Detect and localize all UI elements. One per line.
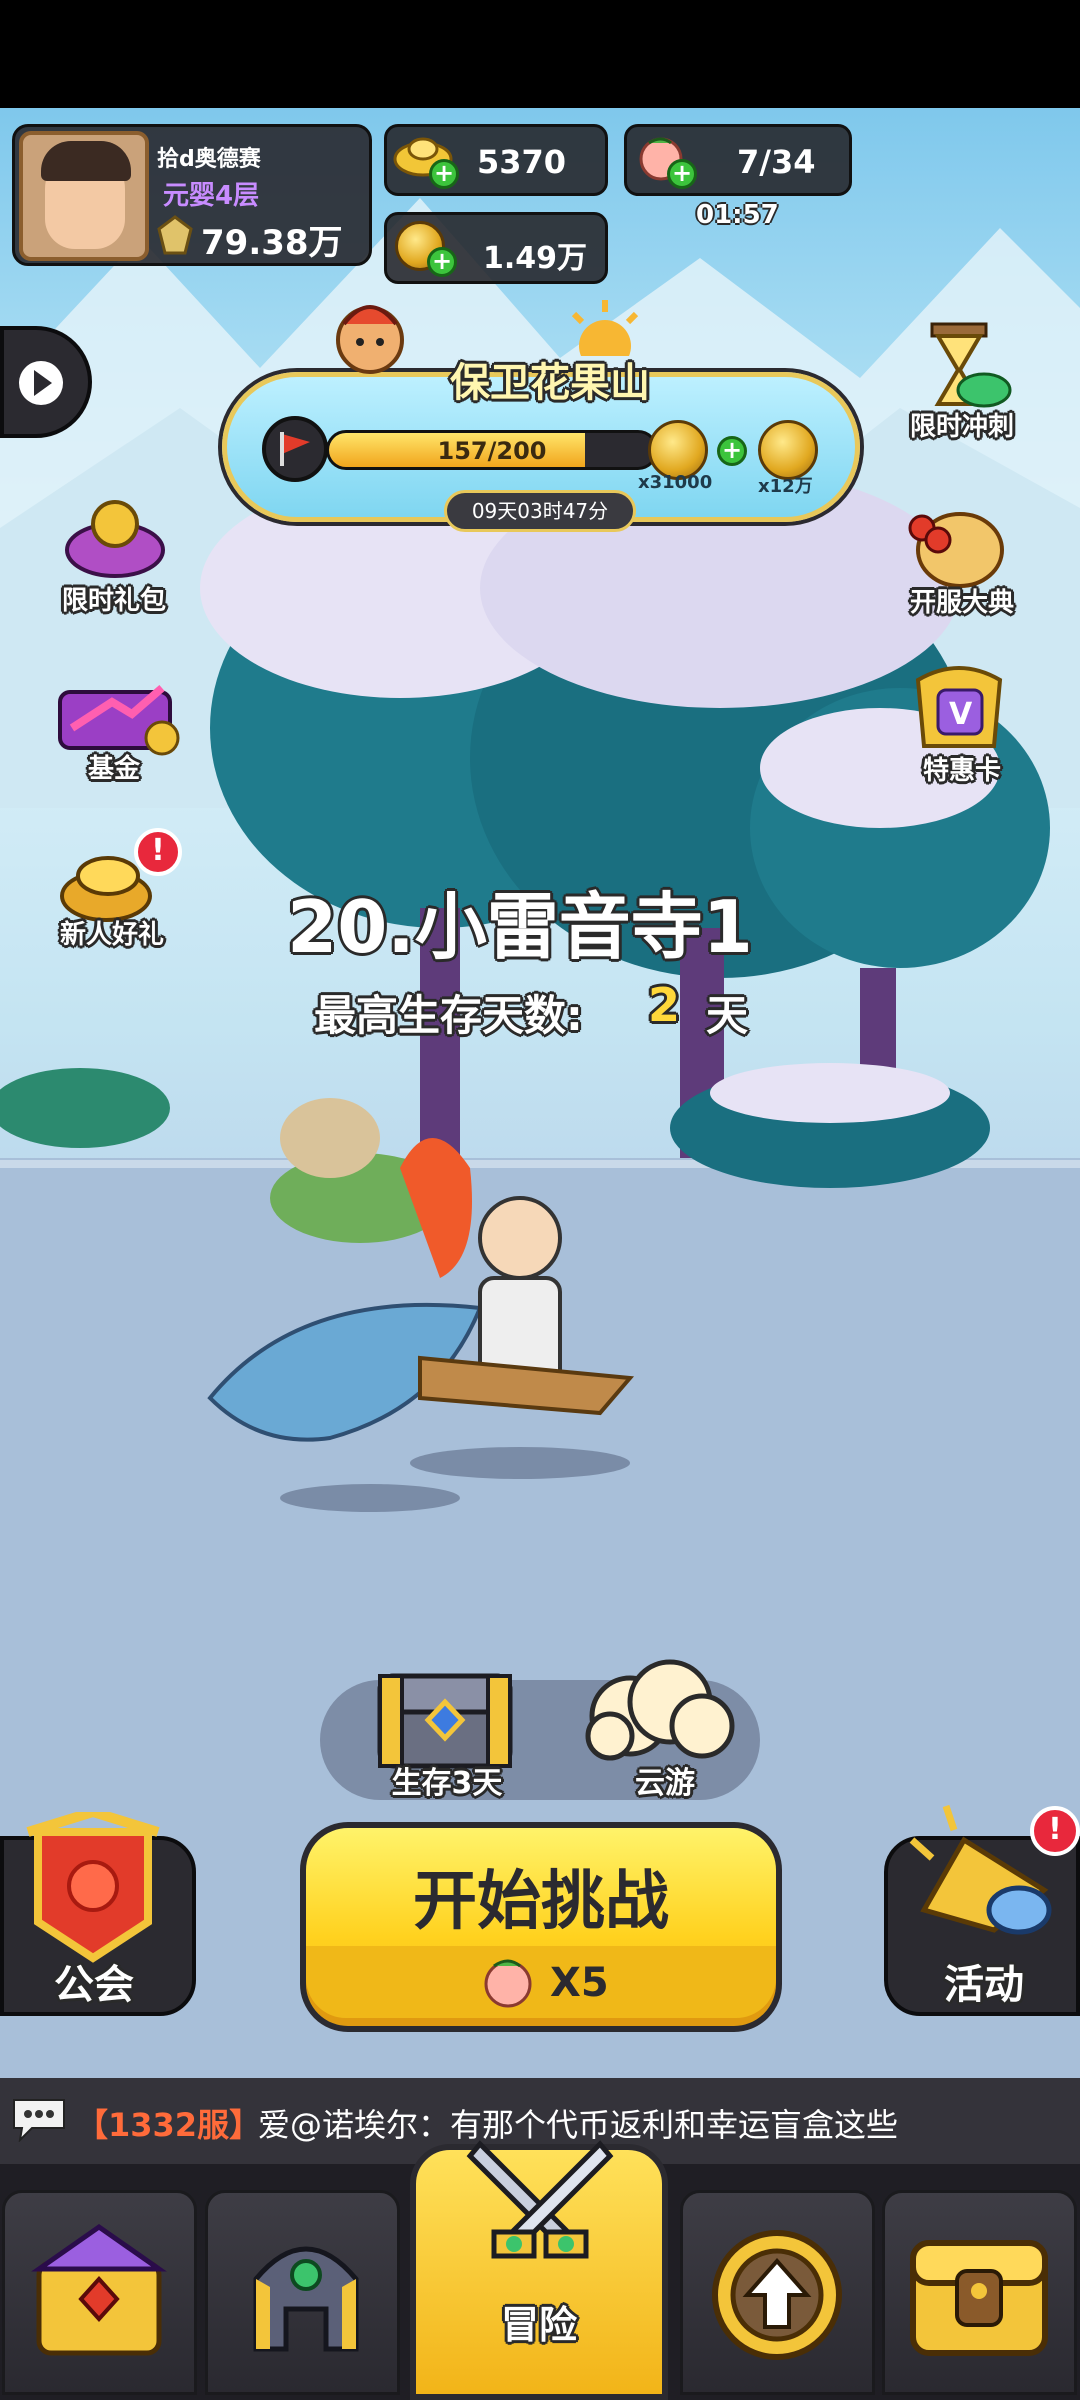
power-value: 79.38万	[201, 223, 343, 263]
stamina-value: 7/34	[737, 143, 816, 181]
survival-label: 最高生存天数:	[314, 991, 583, 1040]
stage-title: 20.小雷音寺1	[287, 885, 753, 969]
server-celebration-button[interactable]	[900, 500, 1010, 594]
add-stamina-icon[interactable]: +	[667, 159, 697, 189]
coin-value: 1.49万	[483, 241, 588, 276]
survival-days: 2	[648, 978, 681, 1032]
cloud-travel-button[interactable]	[570, 1656, 740, 1766]
special-card-button[interactable]: V	[904, 660, 1014, 754]
activity-alert-icon: !	[1030, 1806, 1080, 1856]
event-progress-text: 157/200	[437, 437, 547, 465]
special-card-label: 特惠卡	[922, 756, 1001, 786]
start-challenge-label: 开始挑战	[413, 1865, 669, 1939]
limited-sprint-button[interactable]	[904, 320, 1014, 414]
survival-unit: 天	[706, 991, 749, 1040]
play-icon	[19, 361, 63, 405]
reward-amount-1: x31000	[638, 472, 713, 493]
activity-label: 活动	[944, 1962, 1024, 2008]
nav-upgrade[interactable]	[680, 2190, 875, 2395]
limited-gift-button[interactable]	[60, 490, 170, 584]
guild-banner-icon	[26, 1812, 160, 1963]
add-gold-icon[interactable]: +	[429, 159, 459, 189]
player-realm: 元婴4层	[163, 181, 260, 211]
activity-button[interactable]: 活动	[884, 1804, 1080, 2016]
chat-server: 【1332服】	[76, 2106, 262, 2144]
sun-icon	[560, 296, 650, 372]
survival-chest-label: 生存3天	[391, 1766, 503, 1801]
guild-label: 公会	[54, 1962, 134, 2008]
reward-coin-icon-2[interactable]	[758, 420, 818, 480]
avatar[interactable]	[19, 131, 149, 261]
shop-icon	[31, 2223, 167, 2356]
limited-gift-label: 限时礼包	[61, 586, 166, 616]
event-progress-bar: 157/200	[326, 430, 658, 470]
reward-coin-icon-1[interactable]	[648, 420, 708, 480]
chat-icon	[13, 2099, 65, 2142]
event-title: 保卫花果山	[450, 360, 650, 406]
svg-text:V: V	[949, 697, 973, 732]
stamina-timer: 01:57	[696, 200, 779, 230]
coin-pill[interactable]: + 1.49万	[384, 212, 608, 284]
stamina-pill[interactable]: + 7/34	[624, 124, 852, 196]
cloud-icon	[585, 1659, 735, 1761]
crossed-swords-icon	[466, 2140, 614, 2259]
player-name: 拾d奥德赛	[157, 147, 261, 172]
drum-icon	[908, 512, 1004, 588]
nav-adventure[interactable]: 冒险	[410, 2140, 668, 2400]
server-celebration-label: 开服大典	[909, 588, 1014, 618]
start-challenge-button[interactable]: 开始挑战 X5	[300, 1822, 782, 2032]
upgrade-arrow-icon	[712, 2230, 842, 2360]
start-cost: X5	[550, 1960, 609, 2006]
fund-chest-icon	[58, 684, 180, 756]
player-panel[interactable]: 拾d奥德赛 元婴4层 79.38万	[12, 124, 372, 266]
power-icon	[157, 215, 193, 255]
guild-button[interactable]: 公会	[0, 1812, 196, 2016]
hourglass-icon	[930, 322, 1012, 408]
monkey-king-icon	[330, 290, 410, 380]
limited-sprint-label: 限时冲刺	[909, 412, 1014, 442]
add-coin-icon[interactable]: +	[427, 247, 457, 277]
plus-icon: +	[717, 436, 747, 466]
helmet-icon	[253, 2246, 359, 2352]
nav-equipment[interactable]	[205, 2190, 400, 2395]
gold-value: 5370	[477, 143, 567, 181]
cloud-travel-label: 云游	[635, 1766, 695, 1801]
peach-cost-icon	[484, 1959, 532, 2008]
event-timer: 09天03时47分	[444, 490, 636, 532]
flag-icon	[262, 416, 328, 482]
gift-bag-icon	[65, 500, 165, 578]
fund-label: 基金	[87, 754, 140, 784]
gold-pill[interactable]: + 5370	[384, 124, 608, 196]
locked-chest-icon	[910, 2240, 1048, 2356]
nav-treasure[interactable]	[882, 2190, 1077, 2395]
reward-amount-2: x12万	[758, 476, 813, 497]
nav-adventure-label: 冒险	[500, 2303, 577, 2347]
nav-shop[interactable]	[2, 2190, 197, 2395]
vip-card-icon: V	[915, 666, 1003, 748]
